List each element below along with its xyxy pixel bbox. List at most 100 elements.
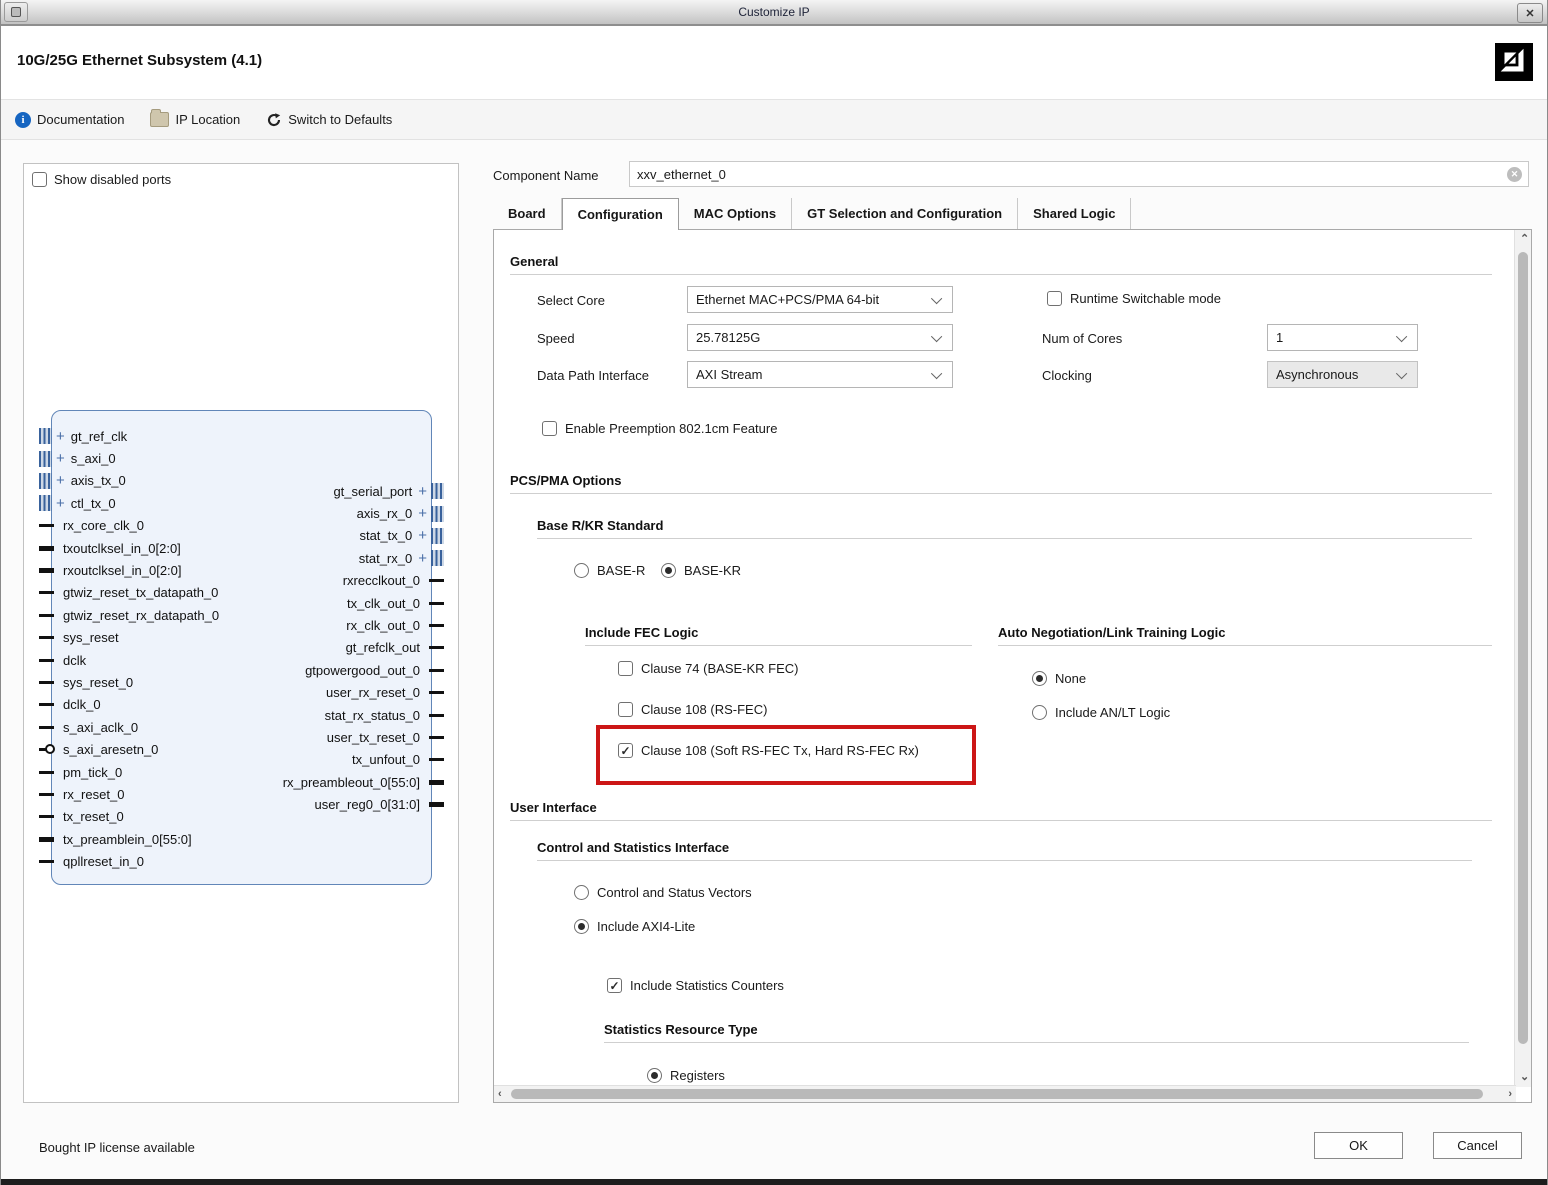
scroll-left-icon[interactable]: ‹ <box>498 1089 502 1100</box>
diagram-port-tx_unfout_0[interactable]: tx_unfout_0 <box>84 749 444 771</box>
vertical-scroll-thumb[interactable] <box>1518 252 1528 1044</box>
expand-plus-icon[interactable]: + <box>56 496 65 511</box>
pin-stub <box>429 758 444 761</box>
diagram-port-stat_tx_0[interactable]: stat_tx_0+ <box>84 525 444 547</box>
anlt-control: Include AN/LT Logic <box>1032 705 1170 720</box>
horizontal-scrollbar[interactable]: ‹ › <box>494 1085 1516 1102</box>
scroll-up-icon[interactable]: ⌃ <box>1520 234 1529 245</box>
clocking-value: Asynchronous <box>1276 367 1358 382</box>
amd-logo-icon <box>1495 43 1533 81</box>
bus-interface-marker <box>39 451 52 467</box>
tab-bar: BoardConfigurationMAC OptionsGT Selectio… <box>493 198 1131 229</box>
info-icon: i <box>15 112 31 128</box>
ok-button[interactable]: OK <box>1314 1132 1403 1159</box>
csv-radio[interactable] <box>574 885 589 900</box>
num-cores-dropdown[interactable]: 1 <box>1267 324 1418 351</box>
ip-block-diagram: +gt_ref_clk+s_axi_0+axis_tx_0+ctl_tx_0rx… <box>51 410 432 885</box>
diagram-port-gt_serial_port[interactable]: gt_serial_port+ <box>84 480 444 502</box>
select-core-value: Ethernet MAC+PCS/PMA 64-bit <box>696 292 879 307</box>
diagram-port-s_axi_0[interactable]: +s_axi_0 <box>39 447 219 469</box>
axi4lite-radio[interactable] <box>574 919 589 934</box>
documentation-label: Documentation <box>37 112 124 127</box>
runtime-switchable-checkbox[interactable] <box>1047 291 1062 306</box>
diagram-port-user_reg0_0[31:0][interactable]: user_reg0_0[31:0] <box>84 793 444 815</box>
base-r-radio[interactable] <box>574 563 589 578</box>
an-none-radio[interactable] <box>1032 671 1047 686</box>
tab-configuration[interactable]: Configuration <box>562 198 679 230</box>
diagram-port-tx_clk_out_0[interactable]: tx_clk_out_0 <box>84 592 444 614</box>
diagram-port-axis_rx_0[interactable]: axis_rx_0 + <box>84 502 444 524</box>
base-kr-radio[interactable] <box>661 563 676 578</box>
scroll-down-icon[interactable]: ⌄ <box>1520 1072 1529 1083</box>
expand-plus-icon[interactable]: + <box>56 429 65 444</box>
clause108-soft-checkbox[interactable] <box>618 743 633 758</box>
diagram-port-gt_refclk_out[interactable]: gt_refclk_out <box>84 637 444 659</box>
stats-counters-control: Include Statistics Counters <box>607 978 784 993</box>
anlt-radio[interactable] <box>1032 705 1047 720</box>
section-stats-resource: Statistics Resource Type <box>604 1022 758 1037</box>
pin-stub <box>39 591 54 594</box>
tab-shared-logic[interactable]: Shared Logic <box>1018 198 1131 229</box>
switch-to-defaults-button[interactable]: Switch to Defaults <box>266 112 392 128</box>
select-core-label: Select Core <box>537 293 605 308</box>
port-label: gt_ref_clk <box>71 429 127 444</box>
show-disabled-ports-label: Show disabled ports <box>54 172 171 187</box>
chevron-down-icon <box>931 367 942 378</box>
data-path-interface-dropdown[interactable]: AXI Stream <box>687 361 953 388</box>
clause74-checkbox[interactable] <box>618 661 633 676</box>
diagram-port-tx_preamblein_0[55:0][interactable]: tx_preamblein_0[55:0] <box>39 828 219 850</box>
clause108-control: Clause 108 (RS-FEC) <box>618 702 767 717</box>
diagram-port-gtpowergood_out_0[interactable]: gtpowergood_out_0 <box>84 659 444 681</box>
base-kr-control: BASE-KR <box>661 563 741 578</box>
expand-plus-icon[interactable]: + <box>418 484 427 499</box>
diagram-port-stat_rx_0[interactable]: stat_rx_0 + <box>84 547 444 569</box>
axi4lite-label: Include AXI4-Lite <box>597 919 695 934</box>
clause108-checkbox[interactable] <box>618 702 633 717</box>
select-core-dropdown[interactable]: Ethernet MAC+PCS/PMA 64-bit <box>687 286 953 313</box>
diagram-port-rx_clk_out_0[interactable]: rx_clk_out_0 <box>84 614 444 636</box>
cancel-button[interactable]: Cancel <box>1433 1132 1522 1159</box>
scroll-right-icon[interactable]: › <box>1508 1089 1512 1100</box>
diagram-port-qpllreset_in_0[interactable]: qpllreset_in_0 <box>39 850 219 872</box>
diagram-port-user_tx_reset_0[interactable]: user_tx_reset_0 <box>84 726 444 748</box>
port-label: dclk <box>63 653 86 668</box>
expand-plus-icon[interactable]: + <box>56 451 65 466</box>
expand-plus-icon[interactable]: + <box>56 473 65 488</box>
component-name-input[interactable]: xxv_ethernet_0 ✕ <box>629 161 1529 187</box>
tab-board[interactable]: Board <box>493 198 562 229</box>
show-disabled-ports-checkbox[interactable] <box>32 172 47 187</box>
ip-location-label: IP Location <box>175 112 240 127</box>
documentation-button[interactable]: i Documentation <box>15 112 124 128</box>
expand-plus-icon[interactable]: + <box>418 528 427 543</box>
diagram-port-gt_ref_clk[interactable]: + gt_ref_clk <box>39 425 219 447</box>
stats-counters-label: Include Statistics Counters <box>630 978 784 993</box>
tab-gt-selection-and-configuration[interactable]: GT Selection and Configuration <box>792 198 1018 229</box>
diagram-port-stat_rx_status_0[interactable]: stat_rx_status_0 <box>84 704 444 726</box>
diagram-port-user_rx_reset_0[interactable]: user_rx_reset_0 <box>84 682 444 704</box>
ip-symbol-panel: Show disabled ports +gt_ref_clk+s_axi_0+… <box>23 163 459 1103</box>
diagram-port-rx_preambleout_0[55:0][interactable]: rx_preambleout_0[55:0] <box>84 771 444 793</box>
vertical-scrollbar[interactable]: ⌃ ⌄ <box>1514 230 1531 1087</box>
ip-location-button[interactable]: IP Location <box>150 112 240 127</box>
port-label: user_tx_reset_0 <box>327 730 420 745</box>
pin-stub <box>39 793 54 796</box>
speed-dropdown[interactable]: 25.78125G <box>687 324 953 351</box>
bus-interface-marker <box>431 483 444 499</box>
chevron-down-icon <box>931 292 942 303</box>
clear-icon[interactable]: ✕ <box>1507 167 1522 182</box>
clocking-label: Clocking <box>1042 368 1092 383</box>
horizontal-scroll-thumb[interactable] <box>511 1089 1483 1099</box>
tab-mac-options[interactable]: MAC Options <box>679 198 792 229</box>
port-label: axis_rx_0 <box>357 506 413 521</box>
expand-plus-icon[interactable]: + <box>418 551 427 566</box>
stats-counters-checkbox[interactable] <box>607 978 622 993</box>
pin-stub <box>39 636 54 639</box>
preemption-checkbox[interactable] <box>542 421 557 436</box>
num-cores-value: 1 <box>1276 330 1283 345</box>
close-icon[interactable]: ✕ <box>1517 3 1543 23</box>
expand-plus-icon[interactable]: + <box>418 506 427 521</box>
registers-radio[interactable] <box>647 1068 662 1083</box>
diagram-port-rxrecclkout_0[interactable]: rxrecclkout_0 <box>84 570 444 592</box>
preemption-label: Enable Preemption 802.1cm Feature <box>565 421 777 436</box>
port-label: stat_rx_0 <box>359 551 412 566</box>
